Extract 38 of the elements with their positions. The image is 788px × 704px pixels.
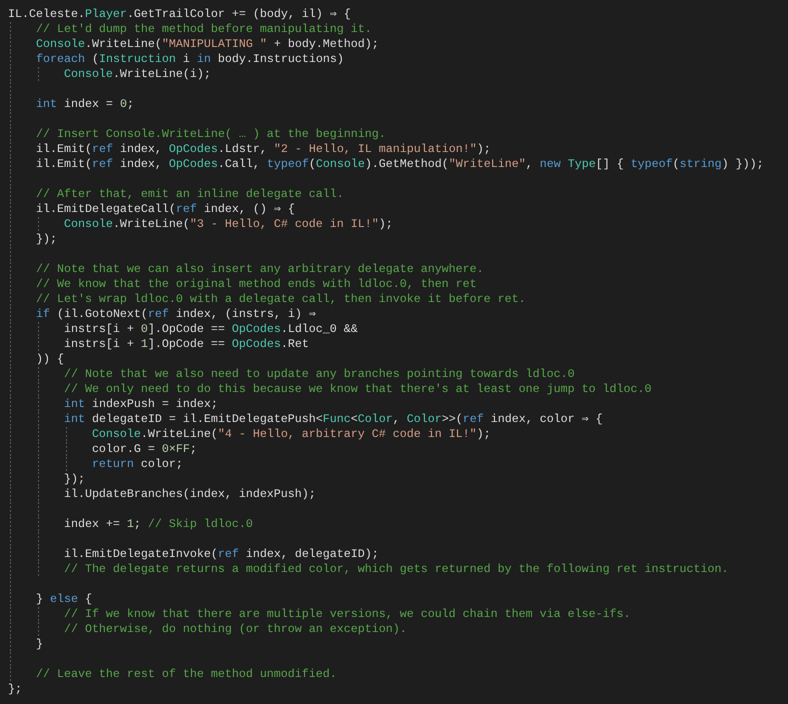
code-line: Console.WriteLine("4 - Hello, arbitrary C# code in IL!"); [90,427,491,442]
code-line: // Let'd dump the method before manipulating it. [34,22,372,37]
code-line: int index = 0; [34,97,134,112]
code-line: // If we know that there are multiple versions, we could chain them via else-ifs. [62,607,631,622]
code-line: return color; [90,457,183,472]
code-line: foreach (Instruction i in body.Instructions) [34,52,344,67]
code-line: }); [34,232,57,247]
code-line: } [34,637,43,652]
code-line: int delegateID = il.EmitDelegatePush<Func<Color, Color>>(ref index, color ⇒ { [62,412,603,427]
code-line: color.G = 0×FF; [90,442,197,457]
code-line: Console.WriteLine("MANIPULATING " + body.Method); [34,37,379,52]
code-line: // We know that the original method ends with ldloc.0, then ret [34,277,477,292]
code-line: // Insert Console.WriteLine( … ) at the beginning. [34,127,386,142]
code-line: il.EmitDelegateCall(ref index, () ⇒ { [34,202,295,217]
code-line: il.Emit(ref index, OpCodes.Call, typeof(Console).GetMethod("WriteLine", new Type[] { typeof(string) })); [34,157,764,172]
code-line: // Leave the rest of the method unmodified. [34,667,337,682]
code-line: // Let's wrap ldloc.0 with a delegate call, then invoke it before ret. [34,292,526,307]
code-line: il.Emit(ref index, OpCodes.Ldstr, "2 - Hello, IL manipulation!"); [34,142,491,157]
code-line: }; [8,682,22,697]
code-line: instrs[i + 0].OpCode == OpCodes.Ldloc_0 && [62,322,358,337]
code-line: instrs[i + 1].OpCode == OpCodes.Ret [62,337,309,352]
code-line: )) { [34,352,64,367]
code-line: index += 1; // Skip ldloc.0 [62,517,253,532]
code-line: IL.Celeste.Player.GetTrailColor += (body, il) ⇒ { [8,7,351,22]
code-line: // We only need to do this because we know that there's at least one jump to ldloc.0 [62,382,652,397]
code-line: int indexPush = index; [62,397,218,412]
code-line: il.UpdateBranches(index, indexPush); [62,487,316,502]
code-line: // Otherwise, do nothing (or throw an exception). [62,622,407,637]
code-line: Console.WriteLine("3 - Hello, C# code in IL!"); [62,217,393,232]
code-line: // Note that we also need to update any branches pointing towards ldloc.0 [62,367,575,382]
code-line: }); [62,472,85,487]
code-line: // Note that we can also insert any arbitrary delegate anywhere. [34,262,484,277]
code-line: il.EmitDelegateInvoke(ref index, delegateID); [62,547,379,562]
code-line: // After that, emit an inline delegate call. [34,187,344,202]
code-line: if (il.GotoNext(ref index, (instrs, i) ⇒ [34,307,316,322]
code-line: } else { [34,592,92,607]
code-line: // The delegate returns a modified color, which gets returned by the following ret instruction. [62,562,728,577]
code-line: Console.WriteLine(i); [62,67,211,82]
